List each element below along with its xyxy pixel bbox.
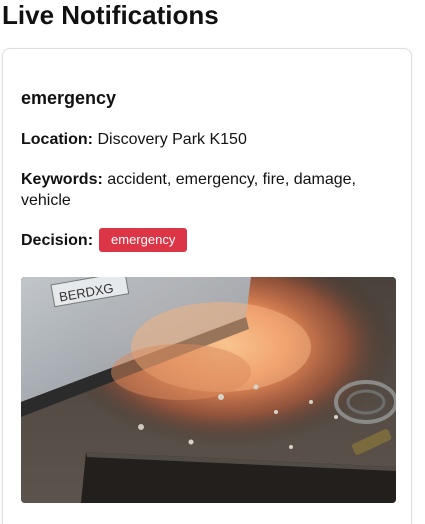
location-value: Discovery Park K150 [97,131,247,148]
incident-snapshot-image: BERDXG [21,277,396,503]
notification-card[interactable]: emergency Location: Discovery Park K150 … [2,48,412,524]
page-title: Live Notifications [2,0,219,30]
notification-title: emergency [21,88,117,108]
location-label: Location: [21,131,93,148]
decision-badge: emergency [99,228,188,252]
decision-field: Decision: emergency [21,228,381,252]
location-field: Location: Discovery Park K150 [21,129,381,150]
keywords-label: Keywords: [21,171,103,188]
keywords-field: Keywords: accident, emergency, fire, dam… [21,169,381,211]
decision-label: Decision: [21,231,94,249]
